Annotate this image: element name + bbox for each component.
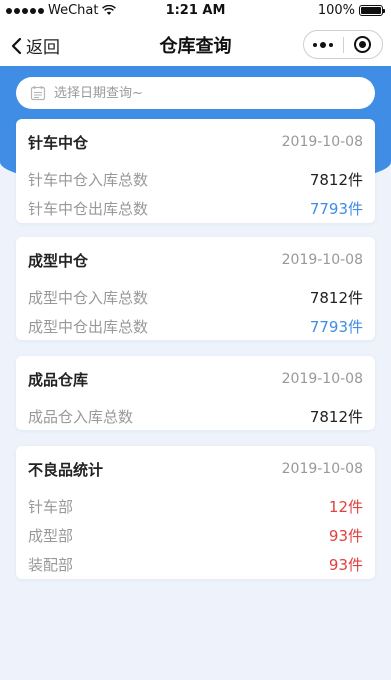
card-title: 成品仓库 bbox=[28, 370, 89, 389]
navigation-bar: 返回 仓库查询 bbox=[0, 22, 391, 66]
stat-value: 7812件 bbox=[309, 289, 363, 307]
stat-value: 93件 bbox=[328, 556, 363, 574]
card-title: 针车中仓 bbox=[28, 133, 89, 152]
mini-program-capsule bbox=[303, 30, 383, 59]
card-title: 不良品统计 bbox=[28, 460, 104, 479]
stat-label: 针车中仓入库总数 bbox=[28, 171, 149, 189]
status-bar: WeChat 1:21 AM 100% bbox=[0, 0, 391, 22]
stat-label: 装配部 bbox=[28, 556, 74, 574]
defect-statistics-card[interactable]: 不良品统计 2019-10-08 针车部 12件 成型部 93件 装配部 93件 bbox=[16, 446, 375, 579]
date-search-box[interactable] bbox=[16, 77, 375, 109]
stat-value: 7812件 bbox=[309, 408, 363, 426]
close-mini-program-button[interactable] bbox=[344, 31, 383, 58]
more-menu-button[interactable] bbox=[304, 31, 343, 58]
target-circle-icon bbox=[354, 36, 372, 53]
more-dot-icon bbox=[329, 42, 334, 47]
stat-value: 7793件 bbox=[309, 200, 363, 218]
card-date: 2019-10-08 bbox=[281, 134, 363, 150]
stat-label: 成型中仓入库总数 bbox=[28, 289, 149, 307]
stat-label: 成型部 bbox=[28, 527, 74, 545]
warehouse-card-forming[interactable]: 成型中仓 2019-10-08 成型中仓入库总数 7812件 成型中仓出库总数 … bbox=[16, 237, 375, 340]
stat-row: 成型中仓入库总数 7812件 bbox=[28, 283, 363, 312]
card-title: 成型中仓 bbox=[28, 251, 89, 270]
warehouse-card-stitching[interactable]: 针车中仓 2019-10-08 针车中仓入库总数 7812件 针车中仓出库总数 … bbox=[16, 119, 375, 223]
stat-value: 7812件 bbox=[309, 171, 363, 189]
card-date: 2019-10-08 bbox=[281, 461, 363, 477]
stat-label: 针车部 bbox=[28, 498, 74, 516]
battery-percentage: 100% bbox=[317, 3, 355, 18]
stat-row: 针车中仓出库总数 7793件 bbox=[28, 194, 363, 223]
stat-row: 针车中仓入库总数 7812件 bbox=[28, 165, 363, 194]
stat-value: 7793件 bbox=[309, 318, 363, 336]
stat-value: 12件 bbox=[328, 498, 363, 516]
stat-row: 装配部 93件 bbox=[28, 550, 363, 579]
more-dot-icon bbox=[313, 42, 318, 47]
more-dot-icon bbox=[320, 41, 327, 48]
card-date: 2019-10-08 bbox=[281, 252, 363, 268]
stat-row: 成品仓入库总数 7812件 bbox=[28, 402, 363, 431]
stat-row: 成型部 93件 bbox=[28, 521, 363, 550]
stat-row: 成型中仓出库总数 7793件 bbox=[28, 312, 363, 341]
stat-label: 成品仓入库总数 bbox=[28, 408, 134, 426]
stat-row: 针车部 12件 bbox=[28, 492, 363, 521]
battery-icon bbox=[359, 5, 385, 16]
stat-label: 针车中仓出库总数 bbox=[28, 200, 149, 218]
warehouse-card-finished-goods[interactable]: 成品仓库 2019-10-08 成品仓入库总数 7812件 bbox=[16, 356, 375, 430]
status-right: 100% bbox=[317, 3, 385, 18]
stat-value: 93件 bbox=[328, 527, 363, 545]
date-search-input[interactable] bbox=[54, 85, 354, 101]
calendar-icon bbox=[30, 86, 46, 101]
card-date: 2019-10-08 bbox=[281, 371, 363, 387]
stat-label: 成型中仓出库总数 bbox=[28, 318, 149, 336]
